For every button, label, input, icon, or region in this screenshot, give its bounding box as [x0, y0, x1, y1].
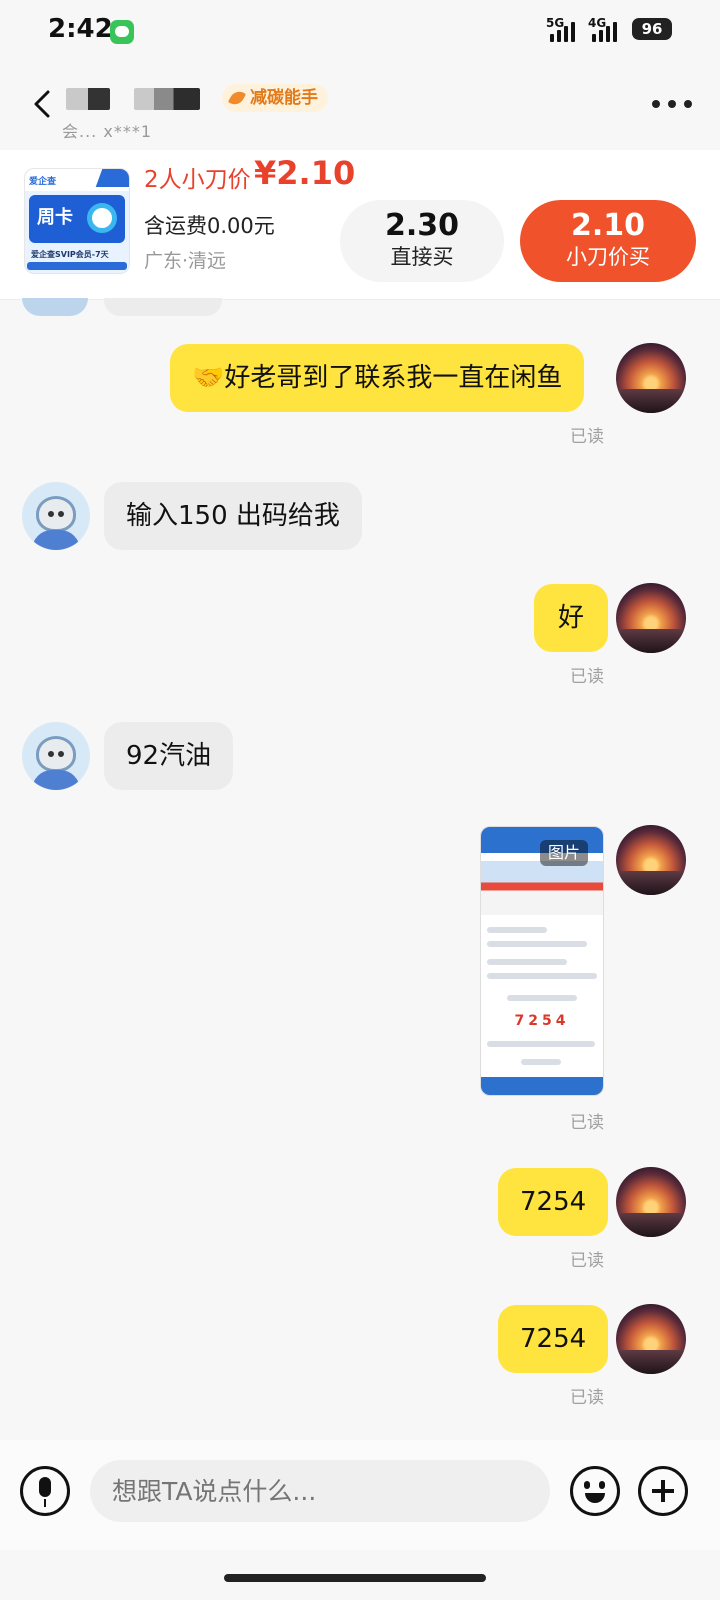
avatar[interactable] [616, 1304, 686, 1374]
signal-bars-icon [592, 20, 617, 42]
message-bubble-partial [104, 298, 222, 316]
input-bar [0, 1440, 720, 1550]
buy-now-price: 2.30 [384, 208, 460, 243]
knife-price: 2.10 [570, 208, 646, 243]
read-status: 已读 [570, 667, 604, 687]
read-status: 已读 [570, 1113, 604, 1133]
message-input[interactable] [90, 1460, 550, 1522]
avatar[interactable] [616, 583, 686, 653]
knife-price-label: 小刀价买 [566, 245, 650, 269]
product-thumbnail[interactable]: 爱企查 周卡 爱企查SVIP会员-7天 [24, 168, 130, 274]
message-bubble[interactable]: 输入150 出码给我 [104, 482, 362, 550]
blurred-username [66, 88, 110, 110]
read-status: 已读 [570, 427, 604, 447]
add-attachment-icon[interactable] [638, 1466, 688, 1516]
message-bubble[interactable]: 7254 [498, 1305, 609, 1373]
avatar[interactable] [22, 482, 90, 550]
deal-price: ¥2.10 [254, 154, 356, 192]
location-text: 广东·清远 [144, 250, 227, 272]
avatar[interactable] [616, 343, 686, 413]
avatar[interactable] [616, 1167, 686, 1237]
thumbnail-title: 周卡 [37, 207, 73, 228]
shipping-text: 含运费0.00元 [144, 214, 275, 238]
avatar[interactable] [22, 722, 90, 790]
voice-input-icon[interactable] [20, 1466, 70, 1516]
deal-label: 2人小刀价 [144, 167, 251, 193]
back-icon[interactable] [28, 88, 60, 120]
battery-icon: 96 [632, 18, 672, 40]
message-bubble[interactable]: 7254 [498, 1168, 609, 1236]
message-bubble[interactable]: 好 [534, 584, 609, 652]
image-message[interactable]: 7254 [480, 826, 604, 1096]
read-status: 已读 [570, 1388, 604, 1408]
message-bubble[interactable]: 92汽油 [104, 722, 234, 790]
more-options-icon[interactable] [652, 100, 692, 110]
buy-now-label: 直接买 [390, 245, 454, 269]
home-indicator [224, 1574, 486, 1582]
knife-price-buy-button[interactable]: 2.10 小刀价买 [520, 200, 696, 282]
status-bar: 2:42 5G 4G 96 [0, 0, 720, 62]
image-code-text: 7254 [514, 1013, 570, 1029]
chat-header: 减碳能手 会... x***1 [0, 62, 720, 146]
avatar [22, 298, 88, 316]
search-logo-icon [87, 203, 117, 233]
signal-bars-icon [550, 20, 575, 42]
user-subtitle: 会... x***1 [62, 122, 152, 141]
blurred-username [134, 88, 200, 110]
messages-app-icon [110, 20, 134, 44]
buy-now-button[interactable]: 2.30 直接买 [340, 200, 504, 282]
image-tag: 图片 [540, 840, 589, 866]
emoji-icon[interactable] [570, 1466, 620, 1516]
status-time: 2:42 [48, 14, 113, 44]
thumbnail-caption: 爱企查SVIP会员-7天 [31, 250, 109, 259]
thumbnail-brand: 爱企查 [29, 177, 57, 187]
avatar[interactable] [616, 825, 686, 895]
carbon-badge: 减碳能手 [222, 84, 328, 112]
read-status: 已读 [570, 1251, 604, 1271]
message-bubble[interactable]: 🤝好老哥到了联系我一直在闲鱼 [170, 344, 585, 412]
